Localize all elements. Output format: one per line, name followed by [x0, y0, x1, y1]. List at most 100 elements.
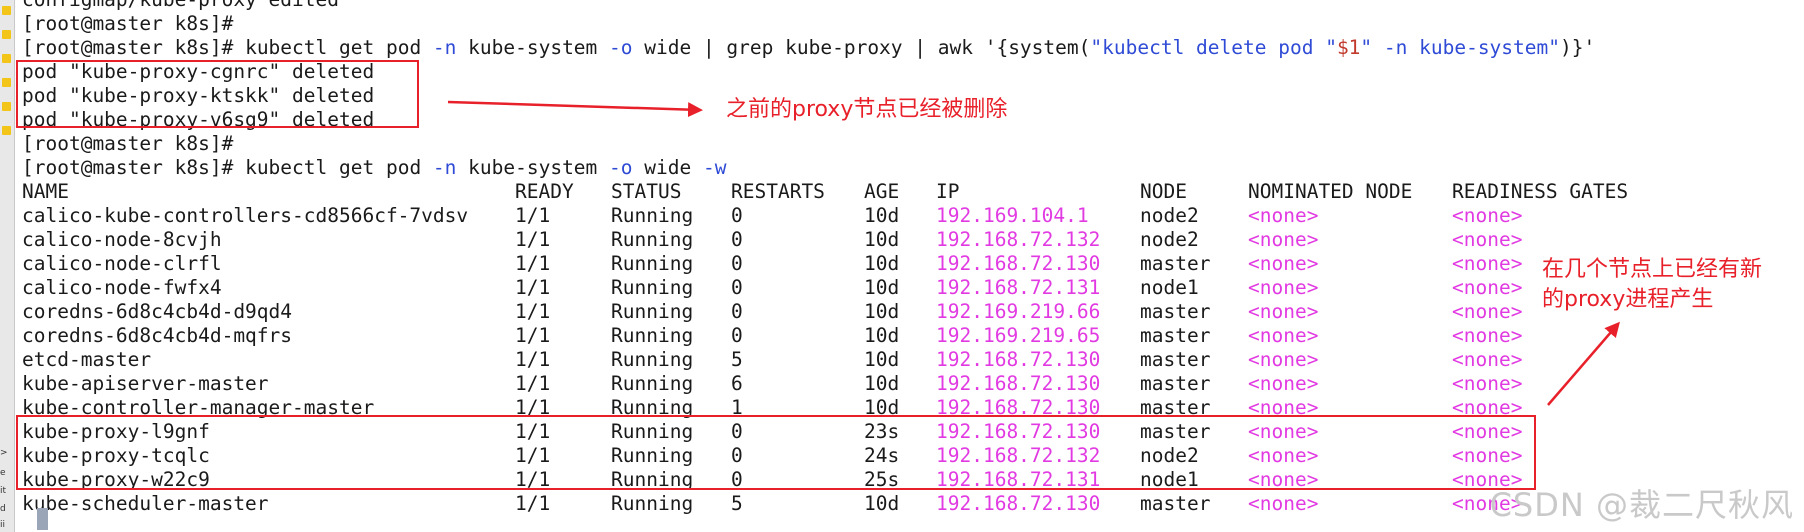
pod-cell-node: master — [1140, 252, 1211, 275]
pod-table-row: kube-scheduler-master 1/1 Running 5 10d 192.1… — [22, 492, 1722, 516]
pod-cell-name: calico-node-8cvjh — [22, 228, 222, 251]
new-proxy-pods-highlight-box — [16, 415, 1536, 490]
pod-cell-restarts: 5 — [731, 348, 743, 371]
pod-cell-ip: 192.168.72.131 — [936, 276, 1101, 299]
folder-icon[interactable] — [2, 6, 11, 15]
pod-cell-restarts: 0 — [731, 252, 743, 275]
pod-cell-ready: 1/1 — [515, 372, 551, 395]
pod-cell-node: node2 — [1140, 204, 1199, 227]
annotation-deleted-note: 之前的proxy节点已经被删除 — [726, 97, 1008, 122]
pod-cell-nominated: <none> — [1248, 348, 1319, 371]
header-ip: IP — [936, 180, 960, 203]
pod-table-row: kube-apiserver-master 1/1 Running 6 10d 192.1… — [22, 372, 1722, 396]
pod-cell-node: master — [1140, 348, 1211, 371]
pod-cell-nominated: <none> — [1248, 300, 1319, 323]
terminal-command-line: [root@master k8s]# kubectl get pod -n ku… — [22, 156, 727, 179]
folder-icon[interactable] — [2, 102, 11, 111]
header-age: AGE — [864, 180, 900, 203]
pod-cell-nominated: <none> — [1248, 228, 1319, 251]
pod-cell-restarts: 0 — [731, 276, 743, 299]
pod-cell-ip: 192.169.219.66 — [936, 300, 1101, 323]
folder-icon[interactable] — [2, 30, 11, 39]
terminal-line-prompt: [root@master k8s]# — [22, 132, 234, 155]
pod-cell-name: calico-kube-controllers-cd8566cf-7vdsv — [22, 204, 469, 227]
pod-cell-gates: <none> — [1452, 252, 1523, 275]
pod-cell-ip: 192.168.72.130 — [936, 348, 1101, 371]
pod-cell-age: 10d — [864, 252, 900, 275]
pod-cell-name: kube-apiserver-master — [22, 372, 269, 395]
pod-cell-name: coredns-6d8c4cb4d-d9qd4 — [22, 300, 293, 323]
pod-cell-status: Running — [611, 276, 694, 299]
folder-icon[interactable] — [2, 78, 11, 87]
pod-cell-age: 10d — [864, 300, 900, 323]
pod-cell-ip: 192.169.219.65 — [936, 324, 1101, 347]
pod-table-row: calico-node-clrfl 1/1 Running 0 10d 192.168.7… — [22, 252, 1722, 276]
pod-cell-age: 10d — [864, 204, 900, 227]
pod-cell-age: 10d — [864, 492, 900, 515]
pod-cell-node: master — [1140, 300, 1211, 323]
pod-cell-ip: 192.168.72.132 — [936, 228, 1101, 251]
pod-cell-ready: 1/1 — [515, 276, 551, 299]
annotation-new-note-line1: 在几个节点上已经有新 — [1542, 257, 1763, 282]
pod-cell-restarts: 0 — [731, 204, 743, 227]
folder-icon[interactable] — [2, 54, 11, 63]
header-restarts: RESTARTS — [731, 180, 825, 203]
header-nominated-node: NOMINATED NODE — [1248, 180, 1413, 203]
pod-cell-ip: 192.168.72.130 — [936, 492, 1101, 515]
pod-cell-status: Running — [611, 204, 694, 227]
header-status: STATUS — [611, 180, 682, 203]
left-sidebar-gutter: > e it d ii — [0, 0, 15, 532]
pod-cell-status: Running — [611, 252, 694, 275]
pod-cell-restarts: 6 — [731, 372, 743, 395]
pod-cell-status: Running — [611, 372, 694, 395]
pod-cell-ip: 192.168.72.130 — [936, 252, 1101, 275]
pod-cell-status: Running — [611, 228, 694, 251]
pod-cell-nominated: <none> — [1248, 204, 1319, 227]
gutter-label: e — [0, 468, 6, 478]
header-ready: READY — [515, 180, 574, 203]
pod-cell-node: master — [1140, 324, 1211, 347]
pod-cell-gates: <none> — [1452, 228, 1523, 251]
pod-cell-nominated: <none> — [1248, 276, 1319, 299]
deleted-pods-highlight-box — [16, 60, 419, 128]
header-name: NAME — [22, 180, 69, 203]
pod-table-row: calico-node-fwfx4 1/1 Running 0 10d 192.168.7… — [22, 276, 1722, 300]
annotation-new-note-line2: 的proxy进程产生 — [1542, 287, 1714, 312]
pod-cell-name: kube-scheduler-master — [22, 492, 269, 515]
pod-cell-nominated: <none> — [1248, 372, 1319, 395]
pod-cell-age: 10d — [864, 372, 900, 395]
pod-cell-ready: 1/1 — [515, 324, 551, 347]
pod-cell-name: calico-node-clrfl — [22, 252, 222, 275]
gutter-label: d — [0, 504, 6, 514]
pod-cell-name: etcd-master — [22, 348, 152, 371]
pod-cell-restarts: 0 — [731, 228, 743, 251]
pod-cell-status: Running — [611, 492, 694, 515]
pod-cell-status: Running — [611, 324, 694, 347]
folder-icon[interactable] — [2, 126, 11, 135]
pod-cell-ip: 192.168.72.130 — [936, 372, 1101, 395]
pod-cell-node: master — [1140, 372, 1211, 395]
pod-cell-ready: 1/1 — [515, 204, 551, 227]
pod-cell-age: 10d — [864, 348, 900, 371]
pod-cell-ip: 192.169.104.1 — [936, 204, 1089, 227]
pod-cell-status: Running — [611, 300, 694, 323]
pod-cell-gates: <none> — [1452, 372, 1523, 395]
pod-cell-restarts: 5 — [731, 492, 743, 515]
pod-cell-ready: 1/1 — [515, 348, 551, 371]
pod-cell-age: 10d — [864, 276, 900, 299]
header-readiness-gates: READINESS GATES — [1452, 180, 1629, 203]
pod-table-header: NAME READY STATUS RESTARTS AGE IP NODE N… — [22, 180, 1722, 204]
header-node: NODE — [1140, 180, 1187, 203]
pod-cell-restarts: 0 — [731, 300, 743, 323]
terminal-line-prompt: [root@master k8s]# — [22, 12, 234, 35]
terminal-line-partial: configmap/kube-proxy edited — [22, 0, 339, 12]
pod-cell-name: coredns-6d8c4cb4d-mqfrs — [22, 324, 293, 347]
pod-cell-gates: <none> — [1452, 348, 1523, 371]
pod-cell-nominated: <none> — [1248, 252, 1319, 275]
csdn-watermark: CSDN @裁二尺秋风 — [1489, 486, 1794, 524]
pod-cell-ready: 1/1 — [515, 492, 551, 515]
pod-cell-node: node2 — [1140, 228, 1199, 251]
pod-table-row: coredns-6d8c4cb4d-mqfrs 1/1 Running 0 10d 192… — [22, 324, 1722, 348]
pod-cell-gates: <none> — [1452, 204, 1523, 227]
pod-cell-node: master — [1140, 492, 1211, 515]
